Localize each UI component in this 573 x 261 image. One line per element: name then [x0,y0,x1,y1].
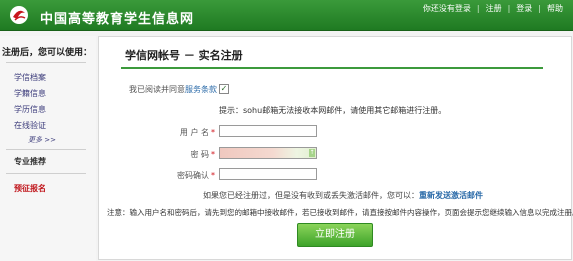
header-bar: 中国高等教育学生信息网 你还没有登录 | 注册 | 登录 | 帮助 [0,0,573,31]
top-nav: 你还没有登录 | 注册 | 登录 | 帮助 [419,3,567,14]
agree-row-label: 我已阅读并同意服务条款* [129,84,223,95]
registration-note: 注意：输入用户名和密码后，请先到您的邮箱中接收邮件，若已接收到邮件，请直接按邮件… [107,208,573,217]
sidebar-item-enrollment[interactable]: 学籍信息 [14,88,46,99]
password-input[interactable]: ↑ [219,147,317,159]
username-label-row: 用 户 名 * [159,127,215,138]
sidebar-item-degree[interactable]: 学历信息 [14,104,46,115]
sidebar-divider [6,173,86,174]
password-label: 密 码 [190,150,209,159]
required-marker: * [211,150,215,159]
sidebar-item-verify[interactable]: 在线验证 [14,120,46,131]
resend-row: 如果您已经注册过，但是没有收到或丢失激活邮件，您可以：重新发送激活邮件 [203,190,483,201]
sidebar-item-archive[interactable]: 学信档案 [14,72,46,83]
terms-link[interactable]: 服务条款 [185,85,217,94]
sidebar-item-signup[interactable]: 预征报名 [14,183,46,194]
title-divider [121,67,543,69]
username-input[interactable] [219,125,317,137]
nav-register-link[interactable]: 注册 [482,3,506,14]
username-label: 用 户 名 [179,128,209,137]
sidebar-divider [6,62,86,63]
agree-checkbox[interactable]: ✓ [219,84,229,94]
password-strength-icon: ↑ [309,149,315,157]
resend-text: 如果您已经注册过，但是没有收到或丢失激活邮件，您可以： [203,191,419,200]
nav-help-link[interactable]: 帮助 [543,3,567,14]
nav-login-link[interactable]: 登录 [512,3,536,14]
confirm-password-input[interactable] [219,168,317,180]
email-hint: 提示：sohu邮箱无法接收本网邮件，请使用其它邮箱进行注册。 [219,106,447,115]
agree-label: 我已阅读并同意 [129,85,185,94]
required-marker: * [211,128,215,137]
register-button[interactable]: 立即注册 [297,223,373,247]
page-title: 学信网帐号 － 实名注册 [125,49,243,62]
site-title[interactable]: 中国高等教育学生信息网 [40,8,194,27]
confirm-password-label: 密码确认 [177,171,209,180]
site-logo-icon[interactable] [8,5,30,25]
confirm-label-row: 密码确认 * [159,170,215,181]
sidebar-heading: 注册后，您可以使用： [2,48,93,58]
registration-panel: 学信网帐号 － 实名注册 我已阅读并同意服务条款* ✓ 提示：sohu邮箱无法接… [98,36,573,260]
resend-activation-link[interactable]: 重新发送激活邮件 [419,191,483,200]
sidebar-more-link[interactable]: 更多 >> [28,135,56,145]
password-label-row: 密 码 * [159,149,215,160]
sidebar-divider [6,149,86,150]
required-marker: * [211,171,215,180]
login-status: 你还没有登录 [422,4,471,13]
sidebar-item-recommend[interactable]: 专业推荐 [14,156,46,167]
sidebar: 注册后，您可以使用： 学信档案 学籍信息 学历信息 在线验证 更多 >> 专业推… [0,36,96,261]
